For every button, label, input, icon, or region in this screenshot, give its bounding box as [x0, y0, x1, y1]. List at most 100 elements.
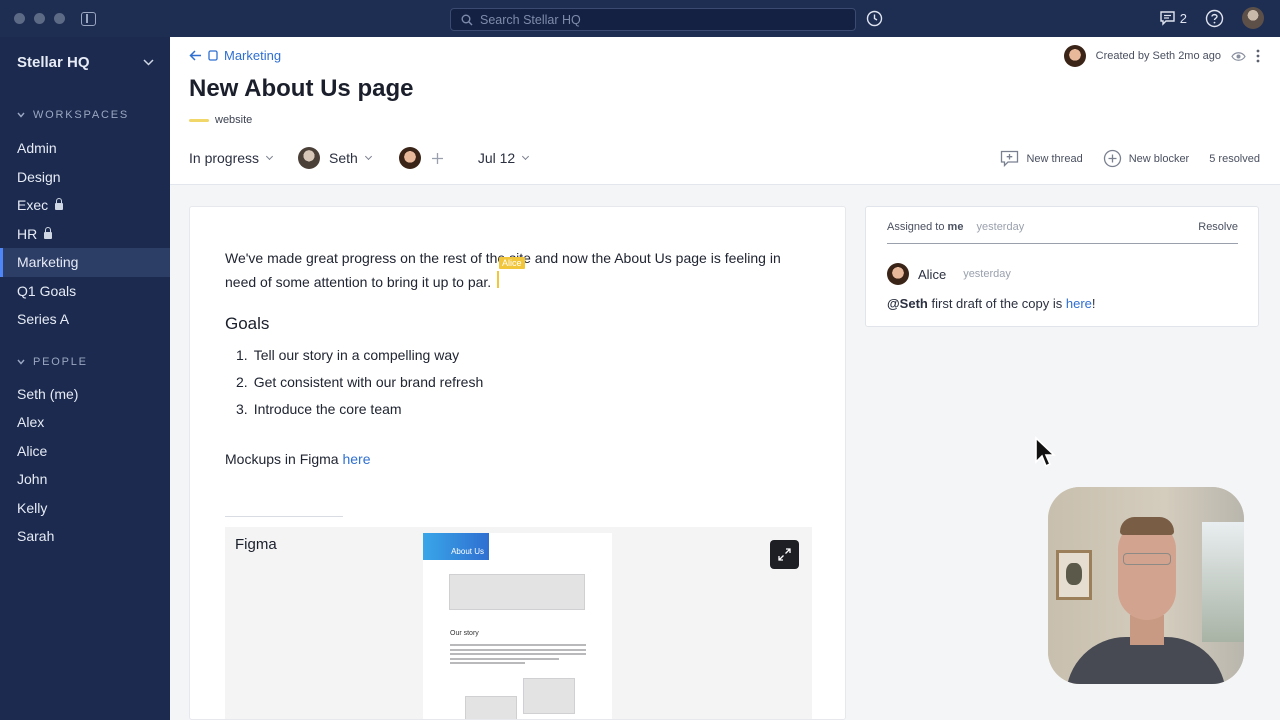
sidebar-person-alex[interactable]: Alex — [0, 408, 170, 437]
comment-count: 2 — [1179, 10, 1187, 26]
collaborator-cursor-label: Alice — [499, 257, 525, 269]
avatar[interactable] — [887, 263, 909, 285]
sidebar-person-john[interactable]: John — [0, 465, 170, 494]
sidebar-item-admin[interactable]: Admin — [0, 134, 170, 163]
add-follower-icon[interactable] — [431, 152, 444, 165]
thread-actions: New thread New blocker 5 resolved — [1000, 149, 1260, 168]
sidebar-toggle-icon[interactable] — [81, 11, 96, 26]
sidebar-item-label: John — [17, 471, 48, 488]
chevron-down-icon — [17, 359, 25, 365]
eye-icon[interactable] — [1231, 51, 1246, 62]
follower-avatar[interactable] — [398, 147, 421, 169]
list-item[interactable]: 3. Introduce the core team — [225, 401, 483, 428]
assigned-prefix: Assigned to — [887, 221, 945, 233]
figma-label: Figma — [235, 536, 277, 553]
image-placeholder — [523, 678, 575, 714]
collaborator-cursor — [497, 271, 499, 288]
intro-paragraph[interactable]: We've made great progress on the rest of… — [225, 246, 815, 294]
goals-heading[interactable]: Goals — [225, 314, 269, 334]
sidebar-item-hr[interactable]: HR — [0, 220, 170, 249]
assignee-avatar — [298, 147, 321, 169]
sidebar-person-seth[interactable]: Seth (me) — [0, 380, 170, 409]
workspaces-section-header[interactable]: WORKSPACES — [0, 109, 170, 121]
chevron-down-icon — [364, 152, 372, 161]
sidebar-person-kelly[interactable]: Kelly — [0, 494, 170, 523]
user-avatar[interactable] — [1242, 7, 1264, 29]
new-blocker-button[interactable]: New blocker — [1103, 149, 1190, 168]
frame-banner: About Us — [423, 533, 489, 560]
comments-button[interactable]: 2 — [1159, 10, 1187, 26]
help-icon[interactable] — [1205, 9, 1224, 28]
tag-color-swatch — [189, 118, 209, 122]
sidebar-person-sarah[interactable]: Sarah — [0, 522, 170, 551]
history-clock-icon[interactable] — [866, 10, 883, 27]
new-thread-button[interactable]: New thread — [1000, 150, 1083, 167]
sidebar-item-q1-goals[interactable]: Q1 Goals — [0, 277, 170, 306]
new-thread-label: New thread — [1026, 152, 1083, 165]
search-placeholder: Search Stellar HQ — [480, 12, 581, 27]
add-circle-icon — [1103, 149, 1121, 168]
sidebar-item-marketing[interactable]: Marketing — [0, 248, 170, 277]
breadcrumb[interactable]: Marketing — [189, 48, 281, 63]
window-controls[interactable] — [14, 13, 65, 24]
list-item[interactable]: 1. Tell our story in a compelling way — [225, 347, 483, 374]
expand-icon — [778, 548, 791, 561]
mention[interactable]: @Seth — [887, 296, 928, 311]
list-item[interactable]: 2. Get consistent with our brand refresh — [225, 374, 483, 401]
collaborator-avatar[interactable] — [1063, 45, 1086, 67]
workspace-switcher[interactable]: Stellar HQ — [0, 37, 170, 71]
sidebar-item-exec[interactable]: Exec — [0, 191, 170, 220]
people-section-header[interactable]: PEOPLE — [0, 356, 170, 368]
tag-label: website — [215, 114, 253, 126]
chevron-down-icon — [143, 59, 154, 66]
list-number: 1. — [236, 347, 248, 363]
list-text: Introduce the core team — [253, 401, 402, 417]
webcam-overlay[interactable] — [1048, 487, 1244, 684]
search-bar[interactable]: Search Stellar HQ — [450, 8, 856, 31]
back-arrow-icon[interactable] — [189, 50, 202, 61]
sidebar-person-alice[interactable]: Alice — [0, 437, 170, 466]
page-header: Marketing New About Us page website Crea… — [170, 37, 1280, 185]
title-bar: Search Stellar HQ 2 — [0, 0, 1280, 37]
resolve-button[interactable]: Resolve — [1198, 221, 1238, 233]
sidebar-item-label: Design — [17, 168, 61, 185]
status-dropdown[interactable]: In progress — [189, 150, 274, 166]
more-options-icon[interactable] — [1256, 49, 1260, 63]
lock-icon — [44, 226, 53, 239]
document-body[interactable]: We've made great progress on the rest of… — [189, 206, 846, 720]
workspaces-label: WORKSPACES — [33, 109, 130, 121]
sidebar-item-label: Sarah — [17, 528, 55, 545]
assignee-dropdown[interactable]: Seth — [298, 147, 372, 169]
minimize-window-button[interactable] — [34, 13, 45, 24]
new-blocker-label: New blocker — [1128, 152, 1190, 165]
sidebar-item-label: Q1 Goals — [17, 282, 77, 299]
resolved-count-link[interactable]: 5 resolved — [1209, 153, 1260, 165]
mouse-pointer-icon — [1035, 436, 1056, 468]
new-thread-icon — [1001, 150, 1019, 167]
figma-link[interactable]: here — [342, 451, 370, 467]
comment-text: first draft of the copy is — [931, 296, 1063, 311]
page-title[interactable]: New About Us page — [189, 75, 413, 103]
list-text: Tell our story in a compelling way — [253, 347, 460, 363]
mockups-paragraph[interactable]: Mockups in Figma here — [225, 451, 371, 467]
figma-embed[interactable]: Figma About Us Our story — [225, 527, 812, 719]
sidebar-item-label: Marketing — [17, 254, 79, 271]
comment-link[interactable]: here — [1066, 296, 1092, 311]
breadcrumb-label[interactable]: Marketing — [224, 48, 281, 63]
sidebar-item-label: Exec — [17, 197, 49, 214]
maximize-window-button[interactable] — [54, 13, 65, 24]
workspace-name: Stellar HQ — [17, 54, 90, 71]
due-date-value: Jul 12 — [477, 150, 516, 166]
chevron-down-icon — [266, 152, 274, 161]
expand-button[interactable] — [770, 540, 799, 569]
assigned-info: Assigned to me yesterday — [887, 221, 1024, 233]
status-value: In progress — [189, 150, 260, 166]
mockups-text: Mockups in Figma — [225, 451, 339, 467]
sidebar-item-design[interactable]: Design — [0, 163, 170, 192]
author-name: Alice — [918, 266, 947, 282]
comment-thread[interactable]: Assigned to me yesterday Resolve Alice y… — [865, 206, 1259, 327]
tag-website[interactable]: website — [189, 114, 252, 126]
due-date-dropdown[interactable]: Jul 12 — [477, 150, 530, 166]
close-window-button[interactable] — [14, 13, 25, 24]
sidebar-item-series-a[interactable]: Series A — [0, 305, 170, 334]
